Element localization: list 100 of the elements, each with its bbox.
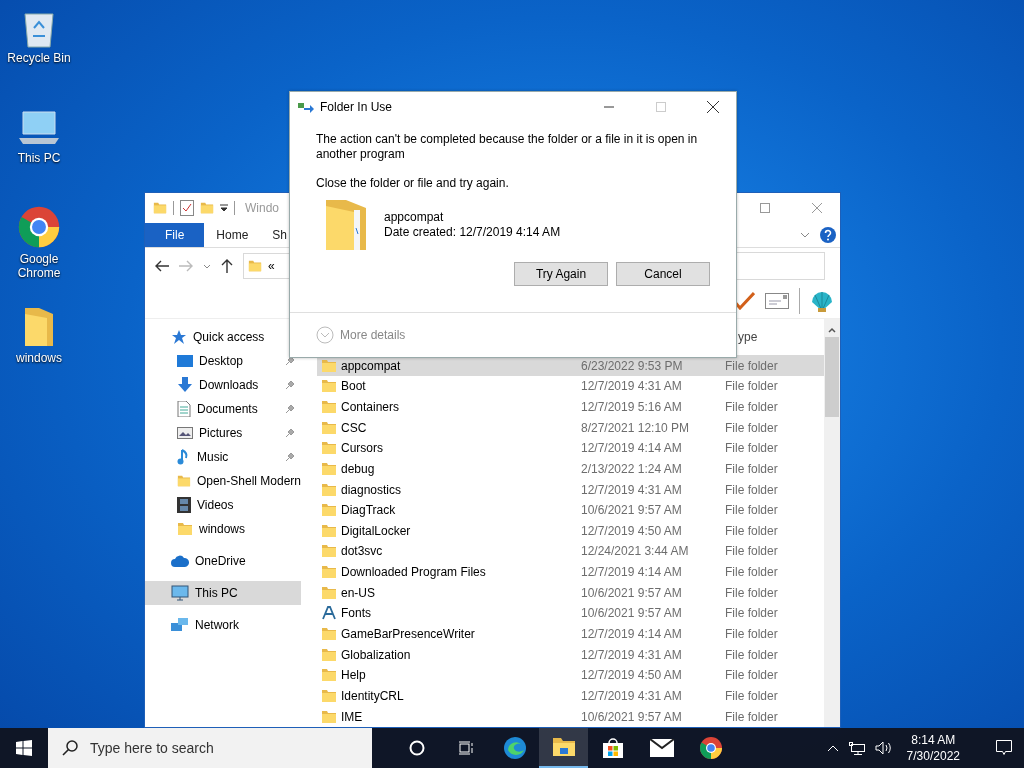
dropdown-icon[interactable]: [220, 204, 228, 212]
date-modified: 12/24/2021 3:44 AM: [581, 544, 690, 559]
shopping-bag-icon: [601, 737, 624, 759]
chevron-icon[interactable]: [800, 232, 810, 238]
chrome-icon: [698, 736, 723, 760]
maximize-icon[interactable]: [760, 203, 770, 213]
file-row[interactable]: DigitalLocker 12/7/2019 4:50 AM File folder: [317, 520, 824, 542]
ribbon-tab[interactable]: Home: [204, 223, 261, 247]
ribbon-tab[interactable]: File: [145, 223, 205, 247]
desktop-icon-label[interactable]: Google Chrome: [4, 252, 74, 280]
date-modified: 12/7/2019 4:14 AM: [581, 441, 683, 456]
column-header[interactable]: ype: [738, 329, 758, 344]
folder-icon: [321, 502, 337, 519]
computer-icon: [171, 585, 189, 601]
folder-icon: [321, 419, 337, 436]
file-row[interactable]: CSC 8/27/2021 12:10 PM File folder: [317, 417, 824, 438]
dialog-title: Folder In Use: [320, 100, 393, 114]
chevron-icon[interactable]: [203, 263, 211, 269]
help-icon[interactable]: [820, 227, 836, 243]
dialog-button[interactable]: Try Again: [514, 262, 608, 286]
date-modified: 12/7/2019 5:16 AM: [581, 400, 683, 414]
file-row[interactable]: DiagTrack 10/6/2021 9:57 AM File folder: [317, 499, 824, 521]
folder-icon: [321, 481, 337, 498]
nav-item[interactable]: Videos: [145, 493, 301, 517]
clock[interactable]: 8:14 AM 7/30/2022: [906, 732, 960, 764]
file-row[interactable]: IdentityCRL 12/7/2019 4:31 AM File folder: [317, 685, 824, 707]
volume-icon[interactable]: [874, 741, 893, 755]
close-icon[interactable]: [707, 101, 719, 113]
dialog-button[interactable]: Cancel: [616, 262, 710, 286]
scrollbar-thumb[interactable]: [825, 337, 839, 417]
circle-icon: [408, 740, 425, 756]
folder-icon: [321, 460, 337, 477]
date-modified: 12/7/2019 4:14 AM: [581, 627, 683, 642]
desktop-icon-label[interactable]: Recycle Bin: [4, 51, 74, 65]
windows-logo-icon[interactable]: [16, 740, 32, 756]
scroll-up-icon[interactable]: [828, 327, 836, 333]
folder-icon: [321, 667, 337, 684]
nav-item[interactable]: Desktop: [145, 349, 301, 373]
desktop-icon-label[interactable]: This PC: [4, 151, 74, 165]
file-row[interactable]: GameBarPresenceWriter 12/7/2019 4:14 AM File folder: [317, 623, 824, 645]
file-row[interactable]: Globalization 12/7/2019 4:31 AM File folder: [317, 644, 824, 665]
nav-item[interactable]: Downloads: [145, 373, 301, 397]
file-type: File folder: [725, 606, 778, 621]
date-modified: 12/7/2019 4:50 AM: [581, 668, 683, 683]
nav-item[interactable]: Network: [145, 613, 301, 637]
nav-item[interactable]: OneDrive: [145, 549, 301, 573]
file-row[interactable]: debug 2/13/2022 1:24 AM File folder: [317, 458, 824, 480]
file-type: File folder: [725, 400, 778, 414]
desktop-icon-label[interactable]: windows: [4, 351, 74, 365]
file-row[interactable]: IME 10/6/2021 9:57 AM File folder: [317, 706, 824, 727]
nav-item[interactable]: windows: [145, 517, 301, 541]
taskbar-app-button[interactable]: [539, 728, 588, 768]
folder-icon: [321, 357, 337, 374]
date-modified: 12/7/2019 4:31 AM: [581, 379, 683, 394]
file-row[interactable]: Downloaded Program Files 12/7/2019 4:14 AM File folder: [317, 561, 824, 583]
chevron-up-icon[interactable]: [826, 744, 839, 752]
file-row[interactable]: Help 12/7/2019 4:50 AM File folder: [317, 665, 824, 686]
file-name: Containers: [341, 400, 401, 414]
file-type: File folder: [725, 482, 778, 497]
folder-icon: [321, 708, 337, 725]
shell-icon[interactable]: [810, 290, 834, 312]
file-row[interactable]: Fonts 10/6/2021 9:57 AM File folder: [317, 603, 824, 624]
nav-item[interactable]: Open-Shell Modern: [145, 469, 301, 493]
folder-icon: [551, 737, 576, 757]
network-icon[interactable]: [848, 741, 865, 755]
notification-icon[interactable]: [996, 740, 1012, 756]
file-type: File folder: [725, 503, 778, 518]
properties-icon[interactable]: [180, 200, 194, 216]
file-row[interactable]: en-US 10/6/2021 9:57 AM File folder: [317, 582, 824, 604]
file-row[interactable]: Boot 12/7/2019 4:31 AM File folder: [317, 376, 824, 397]
nav-item[interactable]: This PC: [145, 581, 301, 605]
file-name: GameBarPresenceWriter: [341, 627, 476, 642]
network-icon: [171, 617, 189, 633]
file-type: File folder: [725, 358, 778, 373]
desktop-icon: [177, 354, 193, 368]
file-type: File folder: [725, 627, 778, 642]
film-icon: [177, 497, 191, 513]
file-row[interactable]: Cursors 12/7/2019 4:14 AM File folder: [317, 437, 824, 459]
file-row[interactable]: dot3svc 12/24/2021 3:44 AM File folder: [317, 541, 824, 562]
download-arrow-icon: [177, 377, 193, 393]
file-row[interactable]: Containers 12/7/2019 5:16 AM File folder: [317, 396, 824, 418]
file-type: File folder: [725, 461, 778, 476]
search-field[interactable]: Type here to search: [48, 728, 372, 768]
nav-item[interactable]: Documents: [145, 397, 301, 421]
nav-item[interactable]: Quick access: [145, 325, 301, 349]
envelope-icon[interactable]: [765, 293, 789, 309]
file-type: File folder: [725, 420, 778, 435]
folder-icon: [321, 626, 337, 643]
folder-icon: [321, 564, 337, 581]
folder-icon: [177, 473, 191, 489]
nav-item[interactable]: Music: [145, 445, 301, 469]
scrollbar[interactable]: [824, 319, 840, 727]
pictures-icon: [177, 426, 193, 440]
document-icon: [177, 401, 191, 417]
more-details-link[interactable]: More details: [340, 328, 406, 342]
nav-item[interactable]: Pictures: [145, 421, 301, 445]
file-name: Downloaded Program Files: [341, 565, 487, 580]
file-row[interactable]: diagnostics 12/7/2019 4:31 AM File folder: [317, 479, 824, 500]
up-arrow-icon[interactable]: [221, 259, 233, 273]
back-arrow-icon[interactable]: [155, 260, 169, 272]
